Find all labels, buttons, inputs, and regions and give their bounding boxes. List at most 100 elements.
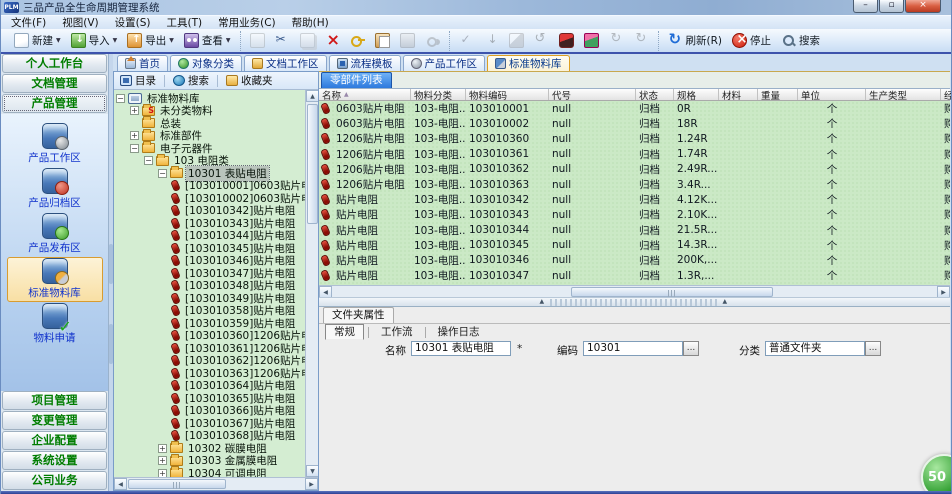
table-row[interactable]: 1206贴片电阻103-电阻...103010360null归档1.24R个购 <box>319 131 950 146</box>
eraser-button[interactable] <box>555 32 578 49</box>
table-row[interactable]: 1206贴片电阻103-电阻...103010363null归档3.4R...个… <box>319 177 950 192</box>
menu-item-4[interactable]: 常用业务(C) <box>218 15 276 30</box>
sidebar-section-company-business[interactable]: 公司业务 <box>2 471 107 490</box>
import-button[interactable]: 导入▼ <box>67 32 122 49</box>
sidebar-section-enterprise-config[interactable]: 企业配置 <box>2 431 107 450</box>
table-row[interactable]: 贴片电阻103-电阻...103010344null归档21.5R...个购 <box>319 223 950 238</box>
table-row[interactable]: 0603贴片电阻103-电阻...103010001null归档0R个购 <box>319 101 950 116</box>
scroll-up-arrow[interactable]: ▲ <box>306 90 318 102</box>
folder-properties-tab[interactable]: 文件夹属性 <box>323 307 394 323</box>
tab-object-category[interactable]: 对象分类 <box>170 55 242 71</box>
subtab-workflow[interactable]: 工作流 <box>373 325 421 339</box>
close-button[interactable]: × <box>905 0 941 13</box>
search-button[interactable]: 搜索 <box>777 32 824 49</box>
tree-node[interactable]: +10304 可调电阻 <box>114 467 305 477</box>
refresh-button[interactable]: 刷新(R) <box>664 32 727 49</box>
export-button[interactable]: 导出▼ <box>123 32 178 49</box>
column-header-1[interactable]: 物料分类 <box>411 89 466 100</box>
menu-item-1[interactable]: 视图(V) <box>62 15 98 30</box>
table-row[interactable]: 贴片电阻103-电阻...103010343null归档2.10K...个购 <box>319 207 950 222</box>
category-field[interactable]: 普通文件夹 <box>765 341 865 356</box>
sidebar-section-change-mgmt[interactable]: 变更管理 <box>2 411 107 430</box>
sidebar-section-project-mgmt[interactable]: 项目管理 <box>2 391 107 410</box>
menu-item-2[interactable]: 设置(S) <box>115 15 151 30</box>
code-field[interactable]: 10301 <box>583 341 683 356</box>
column-header-3[interactable]: 代号 <box>549 89 636 100</box>
horizontal-splitter[interactable]: ▲ ▲ <box>319 297 950 307</box>
tree-expander-icon[interactable]: + <box>158 456 167 465</box>
table-horizontal-scrollbar[interactable]: ◀ ▶ <box>319 285 950 297</box>
sidebar-item-product-archive[interactable]: 产品归档区 <box>7 167 103 212</box>
column-header-9[interactable]: 生产类型 <box>866 89 941 100</box>
column-header-5[interactable]: 规格 <box>674 89 719 100</box>
tab-home[interactable]: 首页 <box>117 55 168 71</box>
table-row[interactable]: 贴片电阻103-电阻...103010345null归档14.3R...个购 <box>319 238 950 253</box>
column-header-0[interactable]: 名称▲ <box>319 89 411 100</box>
stop-button[interactable]: 停止 <box>728 32 775 49</box>
sidebar-item-standard-material-lib[interactable]: 标准物料库 <box>7 257 103 302</box>
tab-product-workspace[interactable]: 产品工作区 <box>403 55 486 71</box>
column-header-2[interactable]: 物料编码 <box>466 89 549 100</box>
minimize-button[interactable]: – <box>853 0 878 13</box>
sidebar-section-personal-workbench[interactable]: 个人工作台 <box>2 54 107 73</box>
view-button[interactable]: 查看▼ <box>180 32 235 49</box>
column-header-4[interactable]: 状态 <box>636 89 674 100</box>
table-row[interactable]: 1206贴片电阻103-电阻...103010362null归档2.49R...… <box>319 162 950 177</box>
tree-node[interactable]: 总装 <box>114 117 305 130</box>
tree-expander-icon[interactable]: − <box>130 144 139 153</box>
scroll-thumb[interactable] <box>128 479 226 489</box>
tree-expander-icon[interactable]: − <box>158 169 167 178</box>
tree-expander-icon[interactable]: − <box>144 156 153 165</box>
sidebar-item-product-workspace[interactable]: 产品工作区 <box>7 122 103 167</box>
menu-item-0[interactable]: 文件(F) <box>11 15 46 30</box>
permission-key-button[interactable] <box>346 32 369 49</box>
table-row[interactable]: 1206贴片电阻103-电阻...103010361null归档1.74R个购 <box>319 147 950 162</box>
tab-doc-workspace[interactable]: 文档工作区 <box>244 55 327 71</box>
menu-item-3[interactable]: 工具(T) <box>166 15 202 30</box>
scroll-thumb[interactable] <box>307 104 318 224</box>
table-row[interactable]: 贴片电阻103-电阻...103010342null归档4.12K...个购 <box>319 192 950 207</box>
sidebar-section-system-settings[interactable]: 系统设置 <box>2 451 107 470</box>
parts-list-tab[interactable]: 零部件列表 <box>321 72 392 88</box>
scroll-left-arrow[interactable]: ◀ <box>114 478 127 490</box>
column-header-7[interactable]: 重量 <box>758 89 798 100</box>
subtab-operation-log[interactable]: 操作日志 <box>430 325 488 339</box>
tree-node[interactable]: +S未分类物料 <box>114 105 305 118</box>
sidebar-item-product-release[interactable]: 产品发布区 <box>7 212 103 257</box>
subtab-general[interactable]: 常规 <box>325 324 364 340</box>
table-row[interactable]: 贴片电阻103-电阻...103010347null归档1.3R,...个购 <box>319 268 950 283</box>
sidebar-item-material-request[interactable]: 物料申请 <box>7 302 103 347</box>
scroll-down-arrow[interactable]: ▼ <box>306 465 318 477</box>
tree-expander-icon[interactable]: + <box>158 469 167 477</box>
new-button[interactable]: 新建▼ <box>10 32 65 49</box>
tab-flow-template[interactable]: 流程模板 <box>329 55 401 71</box>
sidebar-section-document-mgmt[interactable]: 文档管理 <box>2 74 107 93</box>
column-header-6[interactable]: 材料 <box>719 89 758 100</box>
brush-button[interactable] <box>580 32 603 49</box>
menu-item-5[interactable]: 帮助(H) <box>292 15 329 30</box>
splitter-handle[interactable] <box>550 299 720 306</box>
tree-horizontal-scrollbar[interactable]: ◀ ▶ <box>114 477 318 490</box>
tree-search-button[interactable]: 搜索 <box>167 73 215 89</box>
paste-button[interactable] <box>371 32 394 49</box>
column-header-8[interactable]: 单位 <box>798 89 866 100</box>
tree-expander-icon[interactable]: + <box>130 106 139 115</box>
tree-vertical-scrollbar[interactable]: ▲ ▼ <box>305 90 318 477</box>
scroll-thumb[interactable] <box>571 287 773 297</box>
favorites-button[interactable]: 收藏夹 <box>220 73 279 89</box>
tab-standard-material-lib[interactable]: 标准物料库 <box>487 55 570 71</box>
name-field[interactable]: 10301 表贴电阻 <box>411 341 511 356</box>
column-header-10[interactable]: 经 <box>941 89 952 100</box>
sidebar-section-product-mgmt[interactable]: 产品管理 <box>2 94 107 113</box>
directory-button[interactable]: 目录 <box>114 73 162 89</box>
tree-expander-icon[interactable]: − <box>116 94 125 103</box>
tree-expander-icon[interactable]: + <box>158 444 167 453</box>
scroll-right-arrow[interactable]: ▶ <box>305 478 318 490</box>
cut-button[interactable] <box>271 32 294 49</box>
category-browse-button[interactable]: ... <box>865 341 881 356</box>
tree-expander-icon[interactable]: + <box>130 131 139 140</box>
code-browse-button[interactable]: ... <box>683 341 699 356</box>
collapse-up-icon[interactable]: ▲ <box>723 298 728 305</box>
restore-button[interactable]: ▫ <box>879 0 904 13</box>
table-row[interactable]: 贴片电阻103-电阻...103010346null归档200K,...个购 <box>319 253 950 268</box>
